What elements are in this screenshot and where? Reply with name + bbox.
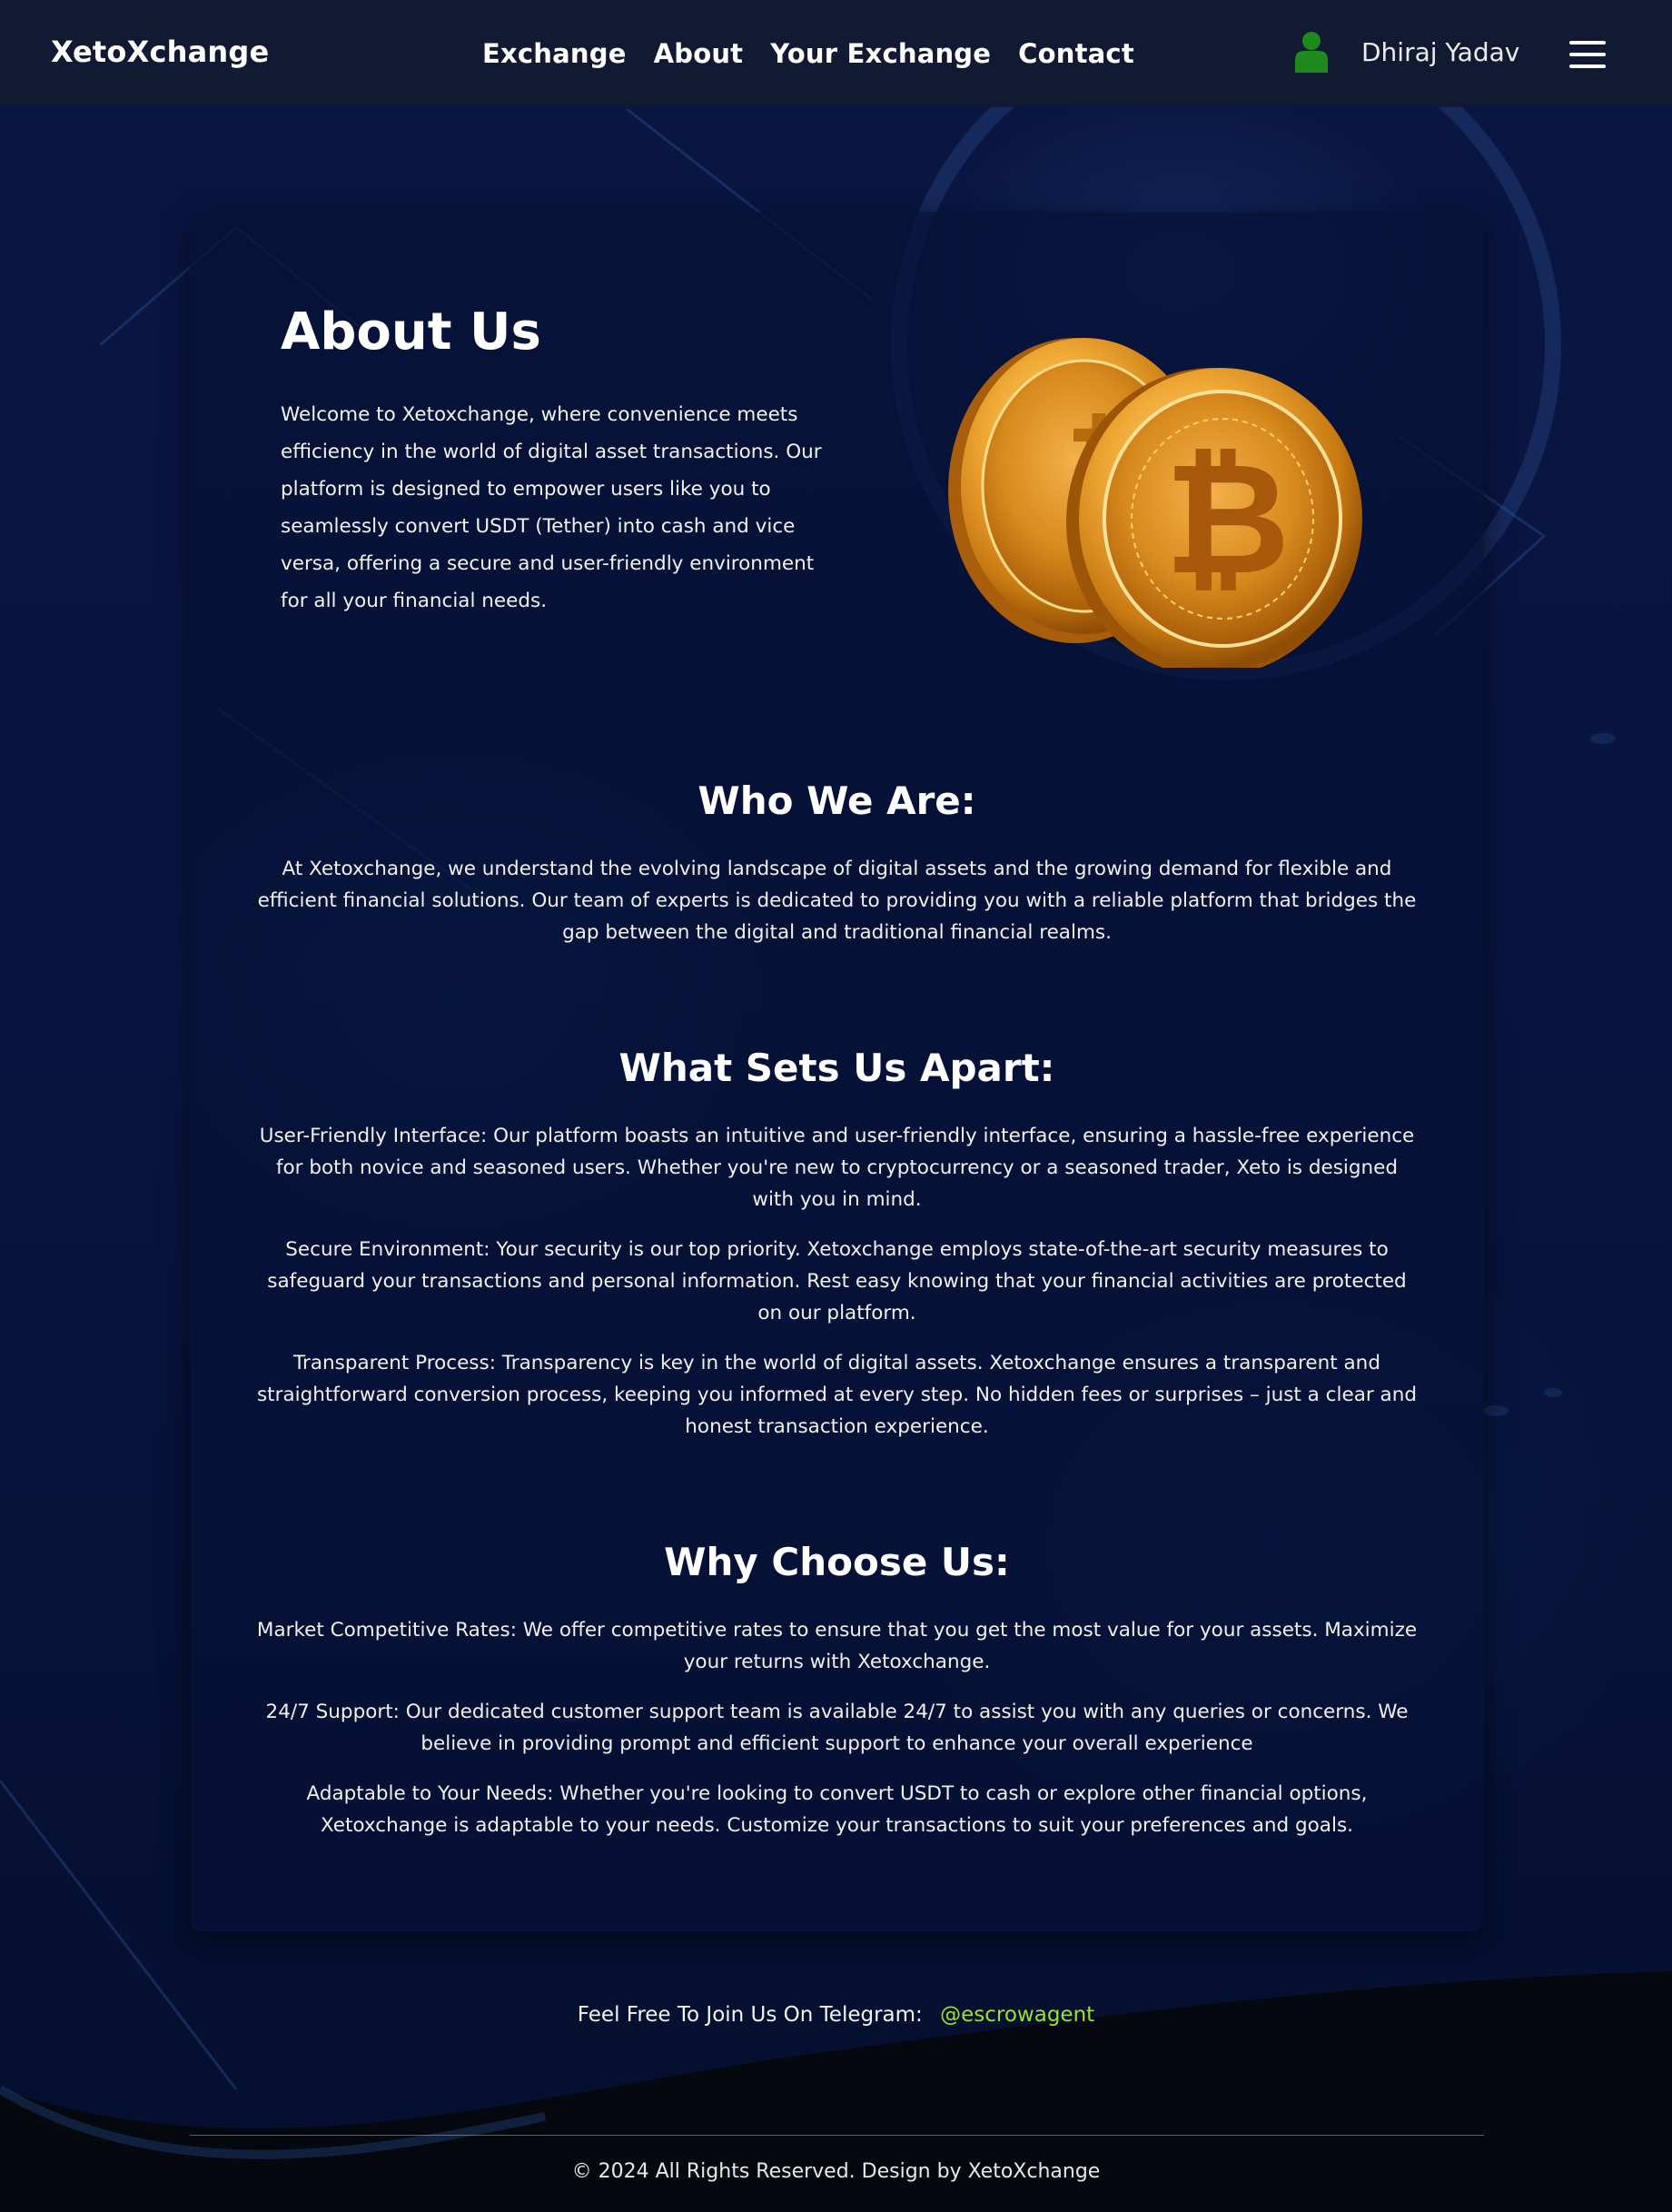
telegram-label: Feel Free To Join Us On Telegram: bbox=[577, 2003, 923, 2027]
hamburger-line bbox=[1569, 64, 1606, 68]
why-item-rates: Market Competitive Rates: We offer compe… bbox=[256, 1619, 1418, 1673]
main-menu: Exchange About Your Exchange Contact bbox=[482, 38, 1134, 69]
about-card: About Us Welcome to Xetoxchange, where c… bbox=[190, 212, 1484, 1932]
bitcoin-symbol-front: ₿ bbox=[1164, 430, 1291, 610]
copyright-text: © 2024 All Rights Reserved. Design by Xe… bbox=[571, 2160, 1101, 2183]
user-name: Dhiraj Yadav bbox=[1361, 36, 1520, 67]
nav-link-about[interactable]: About bbox=[654, 38, 744, 69]
why-item-support: 24/7 Support: Our dedicated customer sup… bbox=[265, 1701, 1409, 1755]
nav-link-contact[interactable]: Contact bbox=[1018, 38, 1134, 69]
hamburger-line bbox=[1569, 53, 1606, 56]
brand-logo[interactable]: XetoXchange bbox=[51, 35, 269, 69]
apart-item-user-friendly: User-Friendly Interface: Our platform bo… bbox=[259, 1125, 1415, 1211]
why-choose-us-title: Why Choose Us: bbox=[664, 1540, 1010, 1584]
user-icon bbox=[1295, 32, 1328, 73]
why-item-adaptable: Adaptable to Your Needs: Whether you're … bbox=[306, 1782, 1368, 1837]
nav-link-your-exchange[interactable]: Your Exchange bbox=[770, 38, 991, 69]
telegram-line: Feel Free To Join Us On Telegram: @escro… bbox=[0, 2003, 1672, 2027]
top-nav: XetoXchange Exchange About Your Exchange… bbox=[0, 0, 1672, 107]
footer-divider bbox=[190, 2135, 1484, 2136]
bitcoin-coins-image: ₿ ₿ bbox=[948, 338, 1362, 668]
nav-link-exchange[interactable]: Exchange bbox=[482, 38, 627, 69]
user-profile[interactable]: Dhiraj Yadav bbox=[1294, 31, 1519, 73]
page-title: About Us bbox=[281, 303, 541, 362]
what-sets-us-apart-title: What Sets Us Apart: bbox=[618, 1046, 1055, 1090]
hamburger-line bbox=[1569, 41, 1606, 45]
who-we-are-text: At Xetoxchange, we understand the evolvi… bbox=[257, 858, 1417, 944]
about-intro-text: Welcome to Xetoxchange, where convenienc… bbox=[281, 403, 822, 612]
hamburger-icon[interactable] bbox=[1569, 41, 1606, 68]
telegram-link[interactable]: @escrowagent bbox=[940, 2003, 1094, 2027]
who-we-are-title: Who We Are: bbox=[697, 779, 976, 823]
apart-item-transparent: Transparent Process: Transparency is key… bbox=[256, 1352, 1417, 1438]
apart-item-secure: Secure Environment: Your security is our… bbox=[267, 1238, 1407, 1324]
